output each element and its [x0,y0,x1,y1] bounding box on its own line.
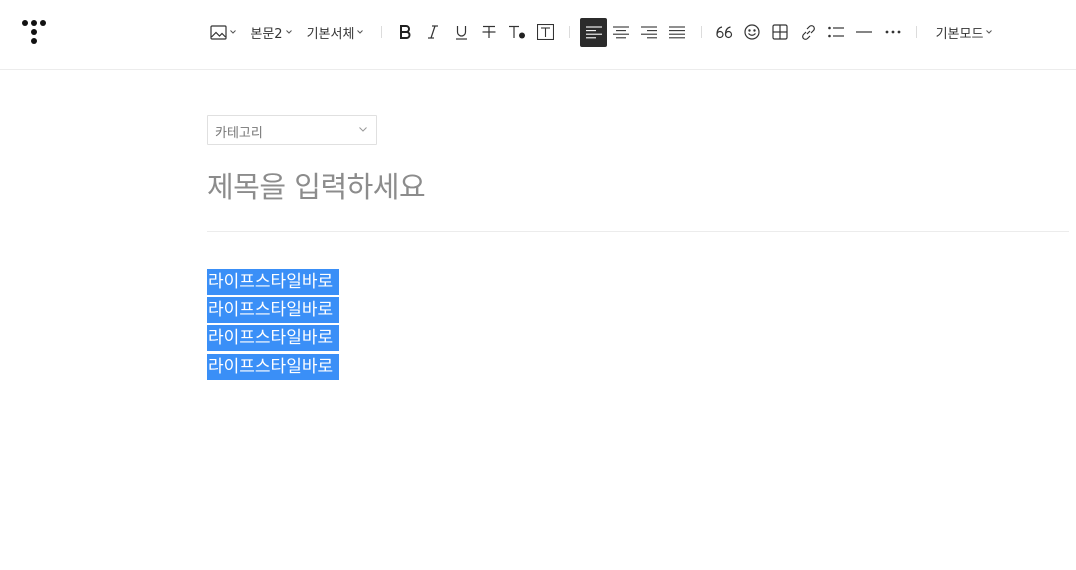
align-center-button[interactable] [610,19,632,45]
align-justify-button[interactable] [666,19,688,45]
table-button[interactable] [769,19,791,45]
align-left-icon [585,26,602,39]
quote-button[interactable] [713,19,735,45]
title-input[interactable]: 제목을 입력하세요 [207,164,426,206]
toolbar-separator [701,26,702,38]
strikethrough-button[interactable] [478,19,500,45]
text-color-icon [509,25,525,39]
italic-icon [428,25,438,39]
align-right-button[interactable] [638,19,660,45]
text-background-icon [536,24,554,40]
link-icon [801,24,815,40]
text-background-button[interactable] [534,19,556,45]
category-select[interactable]: 카테고리 [207,115,377,145]
align-right-icon [641,25,657,38]
editor-toolbar: 본문2 기본서체 기본모드 [0,0,1076,70]
editor-mode-label: 기본모드 [935,26,984,42]
more-button[interactable] [881,19,905,45]
smiley-icon [744,24,760,40]
emoticon-button[interactable] [741,19,763,45]
bold-icon [400,25,411,39]
chevron-down-icon [285,30,292,34]
align-left-button[interactable] [580,18,607,47]
content-line[interactable]: 라이프스타일바로 [207,325,340,351]
font-family-dropdown[interactable]: 기본서체 [305,19,365,45]
tistory-logo-icon[interactable] [18,16,50,48]
underline-icon [455,25,467,40]
more-horizontal-icon [885,30,901,34]
strikethrough-icon [482,25,496,38]
chevron-down-icon [230,30,236,34]
content-line[interactable]: 라이프스타일바로 [207,297,340,323]
horizontal-rule-button[interactable] [853,19,875,45]
text-color-button[interactable] [505,19,529,45]
align-center-icon [613,25,629,38]
align-justify-icon [669,25,685,38]
image-icon [210,24,227,40]
font-family-label: 기본서체 [306,26,355,42]
italic-button[interactable] [422,19,444,45]
bullet-list-button[interactable] [825,19,847,45]
insert-image-button[interactable] [208,19,238,45]
table-icon [772,24,788,40]
toolbar-separator [381,26,382,38]
horizontal-line-icon [856,31,872,33]
link-button[interactable] [797,19,819,45]
chevron-down-icon [986,30,993,34]
title-divider [207,231,1069,232]
bold-button[interactable] [394,19,416,45]
quote-icon [715,25,732,38]
content-line[interactable]: 라이프스타일바로 [207,354,340,380]
paragraph-style-dropdown[interactable]: 본문2 [250,19,292,45]
content-line[interactable]: 라이프스타일바로 [207,269,340,295]
chevron-down-icon [357,30,364,34]
editor-mode-dropdown[interactable]: 기본모드 [934,19,994,45]
chevron-down-icon [359,127,367,132]
underline-button[interactable] [450,19,472,45]
bullet-list-icon [827,26,844,38]
toolbar-separator [916,26,917,38]
category-placeholder: 카테고리 [215,126,263,141]
toolbar-separator [569,26,570,38]
paragraph-style-label: 본문2 [250,26,283,42]
